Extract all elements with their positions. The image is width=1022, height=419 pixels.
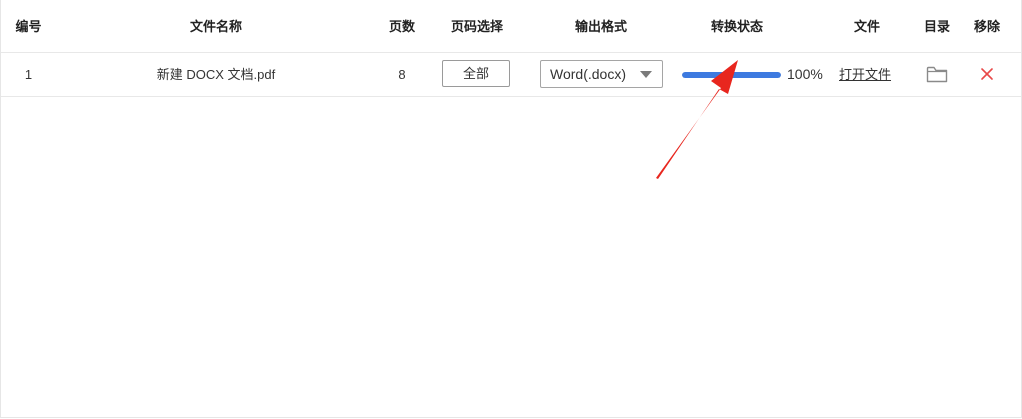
chevron-down-icon [640, 71, 652, 78]
table-header: 编号 文件名称 页数 页码选择 输出格式 转换状态 文件 目录 移除 [1, 0, 1021, 53]
page-select-all-button[interactable]: 全部 [442, 60, 510, 87]
table-row: 1 新建 DOCX 文档.pdf 8 全部 Word(.docx) 100% 打… [1, 53, 1021, 97]
header-index: 编号 [15, 19, 42, 34]
row-index: 1 [24, 67, 33, 82]
folder-icon[interactable] [926, 65, 948, 84]
header-file: 文件 [853, 19, 880, 34]
header-filename: 文件名称 [189, 19, 242, 34]
conversion-progress-fill [682, 72, 781, 78]
row-pages: 8 [398, 67, 406, 82]
header-page-select: 页码选择 [450, 19, 503, 34]
conversion-file-list: 编号 文件名称 页数 页码选择 输出格式 转换状态 文件 目录 移除 1 新建 … [0, 0, 1022, 418]
row-filename: 新建 DOCX 文档.pdf [156, 67, 276, 82]
header-remove: 移除 [973, 19, 1000, 34]
conversion-progress-text: 100% [787, 66, 823, 82]
output-format-select[interactable]: Word(.docx) [540, 60, 663, 88]
header-status: 转换状态 [710, 19, 763, 34]
close-icon[interactable] [979, 66, 995, 82]
header-directory: 目录 [923, 19, 950, 34]
header-output-format: 输出格式 [574, 19, 627, 34]
conversion-progress-bar [682, 72, 781, 78]
header-pages: 页数 [388, 19, 415, 34]
output-format-value: Word(.docx) [550, 66, 626, 82]
open-file-link[interactable]: 打开文件 [839, 53, 891, 96]
